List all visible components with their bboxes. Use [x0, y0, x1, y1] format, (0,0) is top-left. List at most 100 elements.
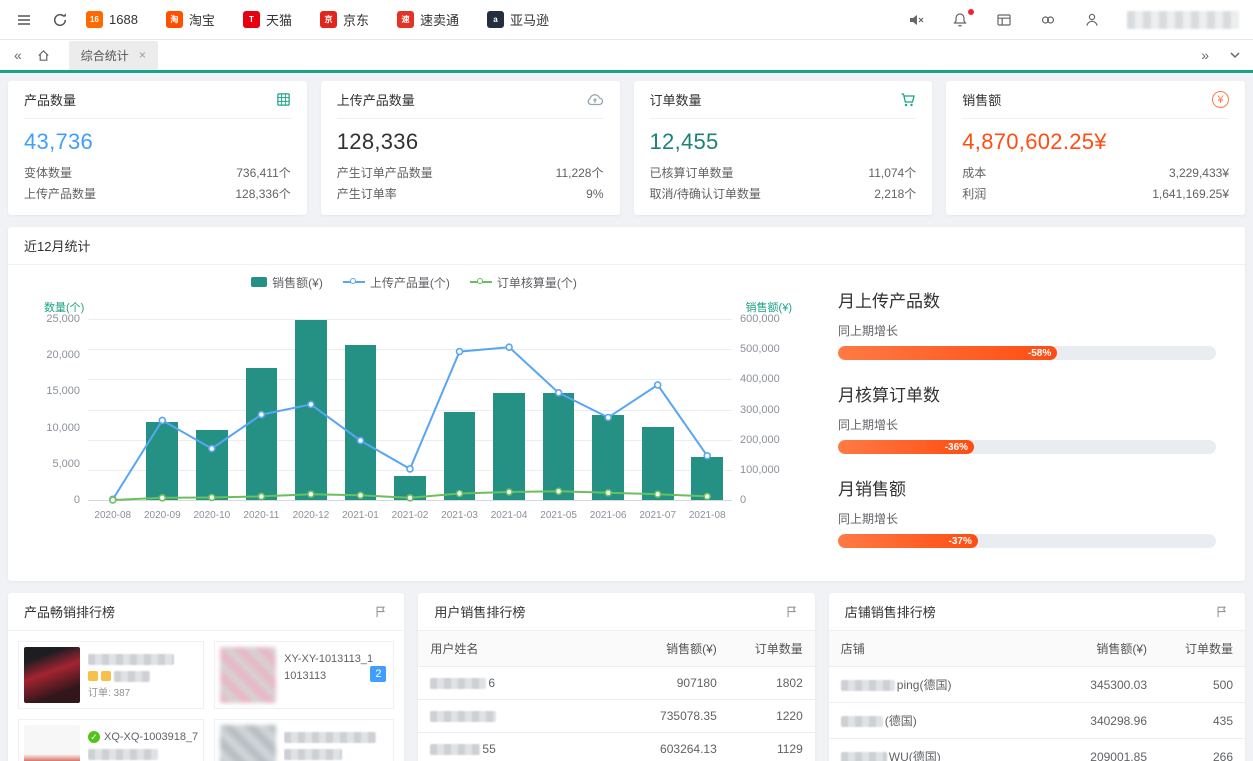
user-ranking-panel: 用户销售排行榜 用户姓名 销售额(¥) 订单数量 — [418, 593, 814, 761]
user-icon[interactable] — [1083, 11, 1101, 29]
notification-dot — [968, 9, 974, 15]
stat-label: 取消/待确认订单数量 — [650, 184, 761, 205]
growth-progress-fill: -36% — [838, 440, 974, 454]
axis-tick: 0 — [740, 494, 746, 506]
legend-item[interactable]: 销售额(¥) — [251, 274, 323, 291]
bookmark-jd[interactable]: 京京东 — [320, 10, 369, 29]
stat-card-uploaded: 上传产品数量 128,336 产生订单产品数量11,228个 产生订单率9% — [321, 81, 620, 215]
product-order-count: 订单: 387 — [88, 685, 198, 702]
x-axis-label: 2021-05 — [540, 510, 577, 521]
trend-chart: 销售额(¥)上传产品量(个)订单核算量(个) 数量(个) 销售额(¥) 0100… — [24, 271, 804, 569]
bar-2020-10 — [196, 430, 228, 500]
table-row: 55 603264.13 1129 — [418, 733, 814, 761]
stat-card-title: 销售额 — [962, 90, 1001, 109]
table-row: 735078.35 1220 — [418, 700, 814, 733]
sales-amount: 735078.35 — [617, 700, 729, 733]
axis-tick: 20,000 — [46, 349, 80, 361]
bookmark-1688[interactable]: 161688 — [86, 10, 138, 29]
table-row: 6 907180 1802 — [418, 667, 814, 700]
user-name: 6 — [488, 676, 495, 690]
amazon-icon: a — [487, 11, 504, 28]
username-redacted[interactable] — [1127, 11, 1239, 29]
order-count: 435 — [1159, 703, 1245, 739]
store-ranking-panel: 店铺销售排行榜 店铺 销售额(¥) 订单数量 — [829, 593, 1245, 761]
x-axis-label: 2021-03 — [441, 510, 478, 521]
product-card[interactable] — [214, 719, 394, 761]
axis-tick: 15,000 — [46, 385, 80, 397]
bookmark-aliexpress[interactable]: 速速卖通 — [397, 10, 459, 29]
sales-amount: 209001.85 — [1047, 739, 1159, 761]
stat-value: 1,641,169.25¥ — [1152, 184, 1229, 205]
bookmark-amazon[interactable]: a亚马逊 — [487, 10, 549, 29]
bookmark-tmall[interactable]: T天猫 — [243, 10, 292, 29]
axis-tick: 600,000 — [740, 313, 780, 325]
grid-icon — [276, 92, 291, 107]
legend-item[interactable]: 上传产品量(个) — [343, 274, 450, 291]
tabbar-right-controls: » — [1197, 47, 1243, 63]
axis-tick: 400,000 — [740, 373, 780, 385]
ranking-panels: 产品畅销排行榜 订单: 387 — [8, 593, 1245, 761]
bell-icon[interactable] — [951, 11, 969, 29]
tab-summary-statistics[interactable]: 综合统计 × — [69, 41, 158, 70]
legend-item[interactable]: 订单核算量(个) — [470, 274, 577, 291]
order-count: 1129 — [729, 733, 815, 761]
stat-label: 上传产品数量 — [24, 184, 96, 205]
browser-toolbar: 161688 淘淘宝 T天猫 京京东 速速卖通 a亚马逊 — [0, 0, 1253, 40]
cloud-upload-icon — [586, 92, 604, 107]
panel-title: 店铺销售排行榜 — [845, 602, 936, 621]
mute-icon[interactable] — [907, 11, 925, 29]
bar-2021-03 — [444, 412, 476, 500]
stat-card-value: 4,870,602.25¥ — [962, 129, 1229, 155]
growth-title: 月上传产品数 — [838, 287, 1221, 312]
x-axis-label: 2020-08 — [94, 510, 131, 521]
stat-label: 已核算订单数量 — [650, 163, 734, 184]
sales-amount: 340298.96 — [1047, 703, 1159, 739]
bar-2021-07 — [642, 427, 674, 500]
product-card[interactable]: ✓XQ-XQ-1003918_7 — [18, 719, 204, 761]
growth-label: 同上期增长 — [838, 510, 1221, 527]
product-card[interactable]: 订单: 387 — [18, 641, 204, 709]
growth-progressbar: -37% — [838, 534, 1216, 548]
relation-icon[interactable] — [1039, 11, 1057, 29]
scroll-tabs-left-icon[interactable]: « — [10, 47, 26, 63]
menu-icon[interactable] — [14, 10, 34, 30]
stat-card-value: 128,336 — [337, 129, 604, 155]
x-axis-label: 2021-02 — [392, 510, 429, 521]
stat-value: 2,218个 — [874, 184, 916, 205]
product-ranking-panel: 产品畅销排行榜 订单: 387 — [8, 593, 404, 761]
sales-amount: 603264.13 — [617, 733, 729, 761]
stat-value: 9% — [586, 184, 603, 205]
tab-label: 综合统计 — [81, 47, 129, 64]
stat-card-title: 产品数量 — [24, 90, 76, 109]
product-card[interactable]: XY-XY-1013113_1 1013113 2 — [214, 641, 394, 709]
x-axis-label: 2021-01 — [342, 510, 379, 521]
check-icon: ✓ — [88, 731, 100, 743]
close-icon[interactable]: × — [139, 49, 146, 61]
stat-label: 变体数量 — [24, 163, 72, 184]
bar-2021-04 — [493, 393, 525, 500]
store-ranking-table: 店铺 销售额(¥) 订单数量 ping(德国) 345300.03 500 (德… — [829, 631, 1245, 761]
column-header: 店铺 — [829, 631, 1047, 667]
tab-menu-caret-icon[interactable] — [1229, 49, 1241, 61]
order-count: 1802 — [729, 667, 815, 700]
bookmark-taobao[interactable]: 淘淘宝 — [166, 10, 215, 29]
scroll-tabs-right-icon[interactable]: » — [1197, 47, 1213, 63]
column-header: 销售额(¥) — [617, 631, 729, 667]
bar-2020-12 — [295, 320, 327, 500]
stat-card-title: 上传产品数量 — [337, 90, 415, 109]
growth-title: 月核算订单数 — [838, 381, 1221, 406]
stat-card-products: 产品数量 43,736 变体数量736,411个 上传产品数量128,336个 — [8, 81, 307, 215]
color-chip — [88, 671, 98, 681]
growth-summary: 月上传产品数 同上期增长 -58% 月核算订单数 同上期增长 -36% 月销售额… — [804, 271, 1229, 569]
stat-cards-row: 产品数量 43,736 变体数量736,411个 上传产品数量128,336个 … — [8, 81, 1245, 215]
x-axis-label: 2021-06 — [590, 510, 627, 521]
stat-card-orders: 订单数量 12,455 已核算订单数量11,074个 取消/待确认订单数量2,2… — [634, 81, 933, 215]
workbench-icon[interactable] — [995, 11, 1013, 29]
axis-tick: 5,000 — [52, 458, 80, 470]
product-grid: 订单: 387 XY-XY-1013113_1 1013113 2 — [8, 631, 404, 761]
refresh-icon[interactable] — [50, 10, 70, 30]
bar-2021-05 — [543, 393, 575, 500]
home-icon[interactable] — [36, 48, 51, 63]
bar-2021-02 — [394, 476, 426, 500]
growth-group-orders: 月核算订单数 同上期增长 -36% — [838, 381, 1221, 454]
